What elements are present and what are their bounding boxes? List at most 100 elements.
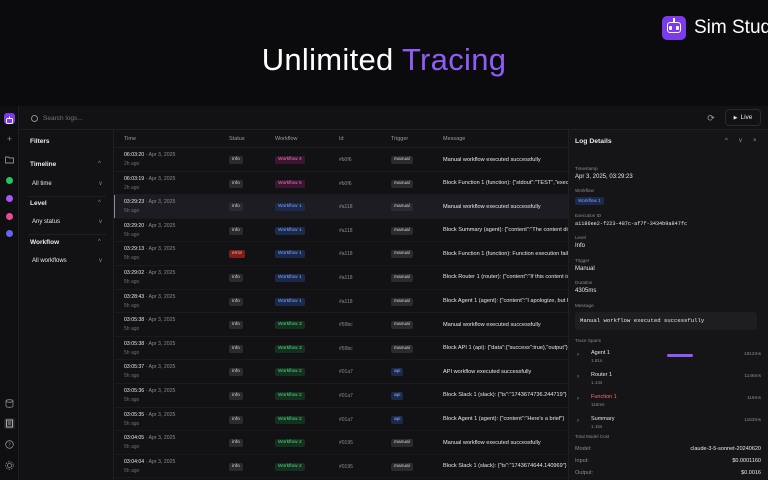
- settings-icon[interactable]: [4, 460, 15, 471]
- close-icon[interactable]: ×: [753, 138, 757, 144]
- workflow-badge[interactable]: Workflow 1: [275, 226, 305, 235]
- row-message: API workflow executed successfully: [443, 368, 532, 375]
- folder-icon[interactable]: [4, 154, 15, 165]
- chevron-up-icon[interactable]: ^: [98, 239, 101, 245]
- row-time-value: 06:03:19: [124, 175, 145, 182]
- brand-name: Sim Stud: [694, 17, 768, 38]
- workflow-badge[interactable]: Workflow 1: [275, 297, 305, 306]
- row-id: #59bc: [339, 322, 353, 329]
- output-value: $0.0016: [741, 470, 761, 476]
- database-icon[interactable]: [4, 398, 15, 409]
- workflow-badge[interactable]: Workflow 2: [275, 439, 305, 448]
- table-row[interactable]: 03:04:05 · Apr 3, 2025 5h ago info Workflow…: [114, 431, 568, 455]
- status-badge: info: [229, 321, 243, 330]
- logs-icon[interactable]: [4, 418, 15, 429]
- status-badge: info: [229, 226, 243, 235]
- workflow-badge[interactable]: Workflow 1: [575, 197, 604, 205]
- workflow-pink-dot[interactable]: [6, 213, 13, 220]
- table-row[interactable]: 06:03:19 · Apr 3, 2025 2h ago info Workflow…: [114, 172, 568, 196]
- chevron-down-icon[interactable]: v: [739, 138, 742, 144]
- row-time-value: 03:05:38: [124, 317, 145, 324]
- row-id: #a118: [339, 227, 353, 234]
- row-ago: 5h ago: [124, 444, 140, 451]
- workflow-badge[interactable]: Workflow 1: [275, 250, 305, 259]
- table-row[interactable]: 06:03:20 · Apr 3, 2025 2h ago info Workflow…: [114, 148, 568, 172]
- status-badge: info: [229, 368, 243, 377]
- level-label: Level: [30, 200, 47, 207]
- model-value: claude-3-5-sonnet-20240620: [690, 446, 761, 452]
- table-row[interactable]: 03:05:38 · Apr 3, 2025 5h ago info Workflow…: [114, 337, 568, 361]
- live-button[interactable]: ▶ Live: [725, 109, 761, 126]
- chevron-up-icon[interactable]: ^: [725, 138, 728, 144]
- trace-span-row[interactable]: › Function 1 116ms 116ms: [575, 392, 761, 412]
- chevron-up-icon[interactable]: ^: [98, 161, 101, 167]
- logo-icon[interactable]: [4, 113, 15, 124]
- row-time-value: 03:04:05: [124, 435, 145, 442]
- workflow-badge[interactable]: Workflow 3: [275, 321, 305, 330]
- row-time-value: 03:05:35: [124, 411, 145, 418]
- refresh-icon[interactable]: ⟳: [705, 112, 717, 124]
- row-time: 06:03:19 · Apr 3, 2025: [124, 176, 175, 182]
- row-message: Block Summary (agent): {"content":"The c…: [443, 227, 568, 234]
- span-time: 1.14s: [591, 380, 603, 385]
- cost-label: Total Model Cost: [575, 434, 610, 439]
- trace-span-row[interactable]: › Summary 1.15s 1153ms: [575, 414, 761, 434]
- table-row[interactable]: 03:28:43 · Apr 3, 2025 5h ago info Workflow…: [114, 290, 568, 314]
- trigger-badge: manual: [391, 273, 413, 282]
- trace-span-row[interactable]: › Agent 1 1.81s 1812ms: [575, 348, 761, 368]
- workflow-select[interactable]: All workflows v: [28, 254, 106, 268]
- timeline-select[interactable]: All time v: [28, 177, 106, 191]
- row-ago: 5h ago: [124, 255, 140, 262]
- span-time: 1.81s: [591, 358, 603, 363]
- status-badge: info: [229, 203, 243, 212]
- workflow-badge[interactable]: Workflow 4: [275, 156, 305, 164]
- row-time: 03:05:38 · Apr 3, 2025: [124, 341, 175, 347]
- table-row[interactable]: 03:29:02 · Apr 3, 2025 5h ago info Workflow…: [114, 266, 568, 290]
- table-row[interactable]: 03:29:13 · Apr 3, 2025 5h ago error Workflo…: [114, 242, 568, 266]
- level-select[interactable]: Any status v: [28, 215, 106, 229]
- hero-banner: Unlimited Tracing Sim Stud: [0, 0, 768, 106]
- row-time-value: 03:29:02: [124, 269, 145, 276]
- table-row[interactable]: 03:05:35 · Apr 3, 2025 5h ago info Workflow…: [114, 408, 568, 432]
- workflow-badge[interactable]: Workflow 2: [275, 368, 305, 377]
- help-icon[interactable]: ?: [4, 439, 15, 450]
- search-input[interactable]: [43, 114, 173, 122]
- row-ago: 5h ago: [124, 278, 140, 285]
- workflow-badge[interactable]: Workflow 5: [275, 179, 305, 188]
- table-row[interactable]: 03:04:04 · Apr 3, 2025 5h ago info Workflow…: [114, 455, 568, 479]
- workflow-badge[interactable]: Workflow 2: [275, 415, 305, 424]
- table-row[interactable]: 03:05:38 · Apr 3, 2025 5h ago info Workflow…: [114, 313, 568, 337]
- table-row[interactable]: 03:05:36 · Apr 3, 2025 5h ago info Workflow…: [114, 384, 568, 408]
- header-status: Status: [229, 136, 245, 142]
- workflow-green-dot[interactable]: [6, 177, 13, 184]
- table-row[interactable]: 03:05:37 · Apr 3, 2025 5h ago info Workflow…: [114, 360, 568, 384]
- workflow-badge[interactable]: Workflow 2: [275, 391, 305, 400]
- row-time-value: 06:03:20: [124, 152, 145, 158]
- workflow-badge[interactable]: Workflow 1: [275, 273, 305, 282]
- workflow-badge[interactable]: Workflow 1: [275, 203, 305, 212]
- table-row[interactable]: 03:29:20 · Apr 3, 2025 5h ago info Workflow…: [114, 219, 568, 243]
- workflow-purple-dot[interactable]: [6, 195, 13, 202]
- trigger-badge: manual: [391, 462, 413, 471]
- workflow-blue-dot[interactable]: [6, 230, 13, 237]
- row-time: 03:05:38 · Apr 3, 2025: [124, 317, 175, 323]
- table-row[interactable]: 03:29:23 · Apr 3, 2025 5h ago info Workflow…: [114, 195, 568, 219]
- chevron-right-icon[interactable]: ›: [577, 418, 579, 424]
- chevron-up-icon[interactable]: ^: [98, 200, 101, 206]
- divider: [28, 234, 106, 235]
- status-badge: info: [229, 344, 243, 353]
- row-date: Apr 3, 2025: [148, 222, 176, 229]
- chevron-down-icon: v: [99, 258, 102, 264]
- chevron-right-icon[interactable]: ›: [577, 396, 579, 402]
- workflow-badge[interactable]: Workflow 3: [275, 344, 305, 353]
- trace-span-row[interactable]: › Router 1 1.14s 1146ms: [575, 370, 761, 390]
- status-badge: info: [229, 156, 243, 164]
- search-box[interactable]: [27, 110, 187, 126]
- status-badge: error: [229, 250, 246, 259]
- logs-app: + ? ⟳ ▶ Live Filters: [0, 106, 768, 480]
- workflow-badge[interactable]: Workflow 2: [275, 462, 305, 471]
- chevron-right-icon[interactable]: ›: [577, 374, 579, 380]
- plus-icon[interactable]: +: [4, 134, 15, 145]
- row-id: #a118: [339, 298, 353, 305]
- chevron-right-icon[interactable]: ›: [577, 352, 579, 358]
